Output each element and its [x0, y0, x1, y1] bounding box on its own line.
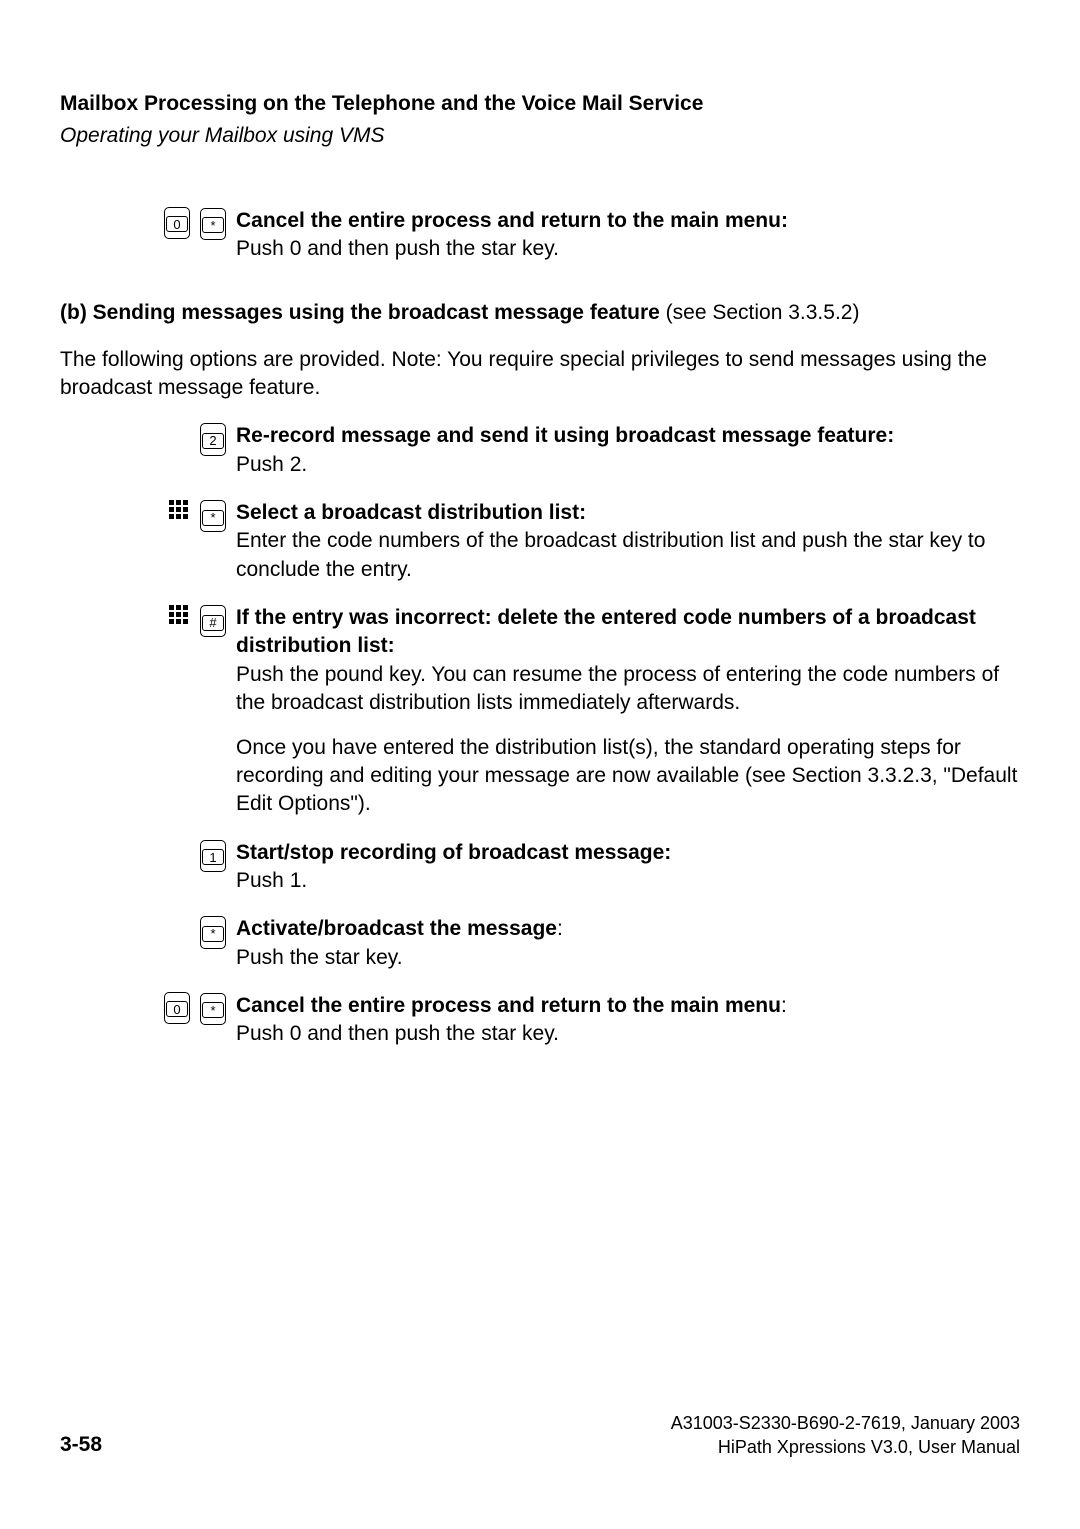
instruction-row: * Select a broadcast distribution list: … [60, 499, 1020, 584]
instruction-bold: Cancel the entire process and return to … [236, 209, 788, 232]
key-star-icon: * [200, 916, 226, 948]
key-0-icon: 0 [164, 992, 190, 1024]
doc-title: HiPath Xpressions V3.0, User Manual [671, 1436, 1020, 1459]
page-header-title: Mailbox Processing on the Telephone and … [60, 90, 1020, 118]
instruction-row: 2 Re-record message and send it using br… [60, 422, 1020, 479]
key-0-icon: 0 [164, 207, 190, 239]
instruction-text: Cancel the entire process and return to … [236, 207, 1020, 264]
key-column: 2 [200, 422, 236, 455]
instruction-body: Push 0 and then push the star key. [236, 1022, 559, 1045]
keypad-icon [168, 604, 190, 626]
instruction-row: # If the entry was incorrect: delete the… [60, 604, 1020, 818]
key-column: # [200, 604, 236, 637]
key-1-icon: 1 [200, 840, 226, 872]
keypad-icon [168, 499, 190, 521]
instruction-bold: Start/stop recording of broadcast messag… [236, 841, 671, 864]
section-b-heading: (b) Sending messages using the broadcast… [60, 299, 1020, 327]
instruction-bold: Re-record message and send it using broa… [236, 424, 894, 447]
page-number: 3-58 [60, 1431, 102, 1459]
page-footer: 3-58 A31003-S2330-B690-2-7619, January 2… [60, 1412, 1020, 1459]
instruction-row: 0 * Cancel the entire process and return… [60, 992, 1020, 1049]
section-b-label: (b) Sending messages using the broadcast… [60, 301, 660, 324]
doc-info: A31003-S2330-B690-2-7619, January 2003 H… [671, 1412, 1020, 1459]
doc-id: A31003-S2330-B690-2-7619, January 2003 [671, 1412, 1020, 1435]
key-star-icon: * [200, 500, 226, 532]
instruction-text: Select a broadcast distribution list: En… [236, 499, 1020, 584]
instruction-suffix: : [557, 917, 563, 940]
instruction-row: * Activate/broadcast the message: Push t… [60, 915, 1020, 972]
section-b-ref: (see Section 3.3.5.2) [660, 301, 860, 324]
instruction-suffix: : [781, 994, 787, 1017]
pre-icons [60, 499, 200, 521]
instruction-extra: Once you have entered the distribution l… [236, 734, 1020, 819]
key-column: 1 [200, 839, 236, 872]
key-hash-icon: # [200, 605, 226, 637]
page-header-subtitle: Operating your Mailbox using VMS [60, 122, 1020, 150]
instruction-text: If the entry was incorrect: delete the e… [236, 604, 1020, 818]
instruction-body: Push 2. [236, 453, 307, 476]
instruction-text: Cancel the entire process and return to … [236, 992, 1020, 1049]
instruction-bold: Activate/broadcast the message [236, 917, 557, 940]
instruction-row: 1 Start/stop recording of broadcast mess… [60, 839, 1020, 896]
instruction-body: Push 0 and then push the star key. [236, 237, 559, 260]
instruction-body: Push 1. [236, 869, 307, 892]
pre-icons: 0 [60, 207, 200, 239]
instruction-bold: If the entry was incorrect: delete the e… [236, 606, 976, 657]
section-b-intro: The following options are provided. Note… [60, 346, 1020, 403]
pre-icons [60, 604, 200, 626]
key-2-icon: 2 [200, 423, 226, 455]
key-column: * [200, 915, 236, 948]
instruction-row: 0 * Cancel the entire process and return… [60, 207, 1020, 264]
instruction-text: Start/stop recording of broadcast messag… [236, 839, 1020, 896]
instruction-body: Enter the code numbers of the broadcast … [236, 529, 985, 580]
instruction-body: Push the star key. [236, 946, 403, 969]
instruction-body: Push the pound key. You can resume the p… [236, 663, 999, 714]
key-star-icon: * [200, 208, 226, 240]
key-star-icon: * [200, 993, 226, 1025]
instruction-text: Activate/broadcast the message: Push the… [236, 915, 1020, 972]
pre-icons: 0 [60, 992, 200, 1024]
instruction-bold: Cancel the entire process and return to … [236, 994, 781, 1017]
instruction-bold: Select a broadcast distribution list: [236, 501, 586, 524]
key-column: * [200, 499, 236, 532]
key-column: * [200, 992, 236, 1025]
key-column: * [200, 207, 236, 240]
instruction-text: Re-record message and send it using broa… [236, 422, 1020, 479]
